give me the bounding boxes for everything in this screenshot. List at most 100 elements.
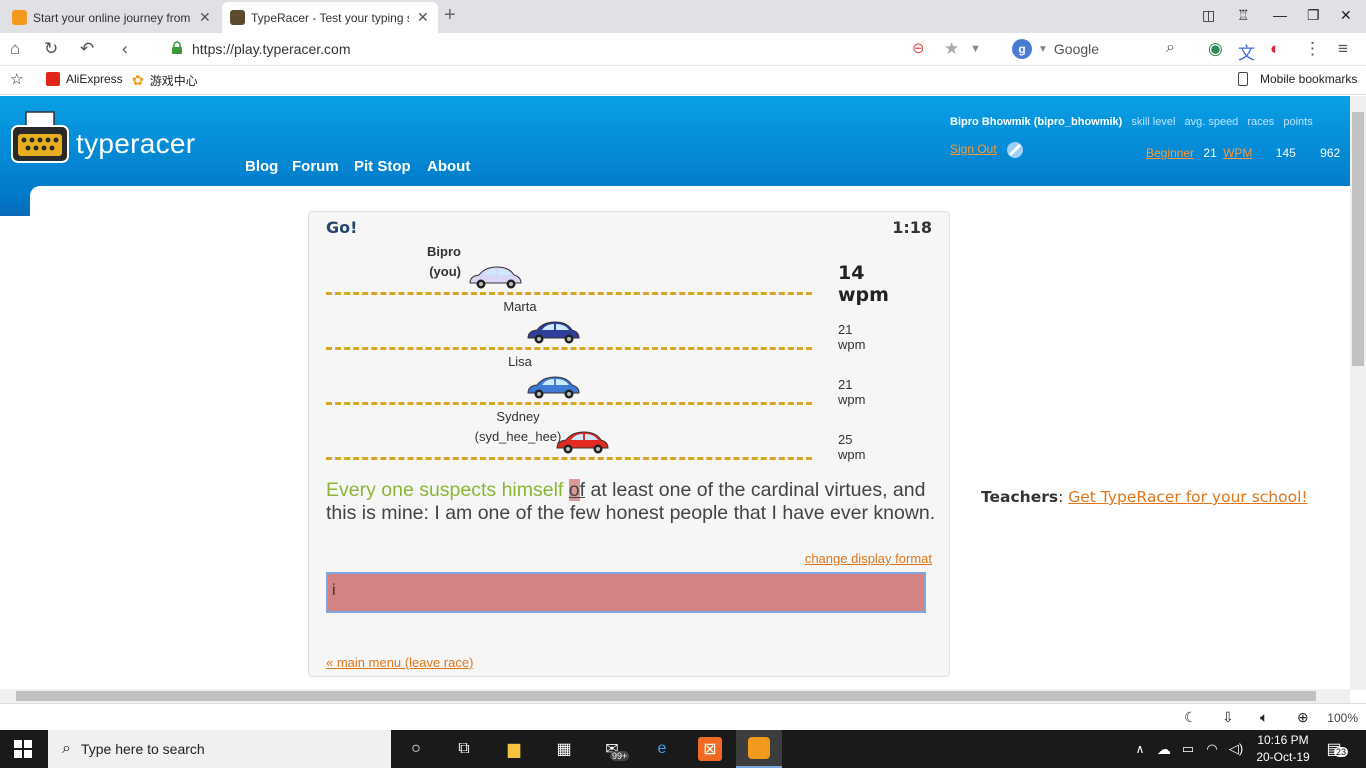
nav-about[interactable]: About — [427, 158, 470, 175]
race-car-icon — [527, 376, 580, 399]
leave-race-link[interactable]: « main menu (leave race) — [326, 655, 473, 670]
star-icon[interactable]: ★ — [944, 39, 959, 59]
skin-icon[interactable]: ♖ — [1237, 7, 1250, 24]
url-field[interactable]: https://play.typeracer.com — [192, 41, 350, 57]
sidebar-toggle-icon[interactable]: ◫ — [1202, 7, 1215, 24]
system-clock[interactable]: 10:16 PM 20-Oct-19 — [1250, 732, 1316, 766]
user-name[interactable]: Bipro Bhowmik (bipro_bhowmik) — [950, 116, 1122, 128]
racer-name: Marta — [455, 297, 585, 317]
extension-icon[interactable]: ◉ — [1208, 39, 1223, 59]
race-lane: Lisa 21 wpm — [326, 350, 865, 407]
tab-typeracer[interactable]: TypeRacer - Test your typing sp ✕ — [222, 2, 438, 33]
tab-title: TypeRacer - Test your typing sp — [251, 10, 409, 25]
close-icon[interactable]: ✕ — [199, 9, 211, 26]
sound-icon[interactable]: 🔈︎ — [1260, 709, 1268, 726]
racer-name-line2: (you) — [429, 264, 461, 279]
racer-wpm: 21 wpm — [838, 377, 866, 407]
taskbar-search[interactable]: ⌕ Type here to search — [48, 730, 391, 768]
user-avatar-icon[interactable] — [1005, 140, 1025, 160]
bookmark-label: AliExpress — [66, 72, 123, 86]
chevron-down-icon: ▼ — [1038, 43, 1048, 55]
back-icon[interactable]: ‹ — [122, 39, 128, 59]
search-icon: ⌕ — [62, 740, 71, 757]
menu-icon[interactable]: ≡ — [1338, 39, 1348, 59]
current-char: o — [568, 479, 580, 501]
minimize-icon[interactable]: — — [1273, 7, 1287, 23]
race-passage: Every one suspects himself of at least o… — [326, 479, 936, 525]
chevron-down-icon[interactable]: ▼ — [970, 43, 981, 55]
racer-name-line1: Bipro — [427, 244, 461, 259]
typewriter-logo-icon[interactable] — [10, 110, 70, 166]
mobile-bookmarks[interactable]: Mobile bookmarks — [1238, 72, 1357, 86]
teachers-label: Teachers — [981, 488, 1059, 506]
teachers-link[interactable]: Get TypeRacer for your school! — [1068, 488, 1307, 506]
wpm-link[interactable]: WPM — [1223, 146, 1252, 160]
windows-start-icon[interactable] — [14, 740, 32, 758]
restore-icon[interactable]: ❐ — [1307, 7, 1320, 24]
more-icon[interactable]: ⋮ — [1304, 39, 1321, 59]
close-window-icon[interactable]: ✕ — [1340, 7, 1352, 24]
bookmark-games[interactable]: ✿ 游戏中心 — [132, 72, 198, 89]
games-icon: ✿ — [132, 72, 144, 88]
search-engine-selector[interactable]: g ▼ Google — [1012, 38, 1162, 60]
race-lane: Sydney (syd_hee_hee) 25 wpm — [326, 405, 865, 462]
racer-wpm: 21 wpm — [838, 322, 866, 352]
skill-level-header: skill level — [1131, 116, 1176, 128]
battery-icon[interactable]: ▭ — [1176, 737, 1200, 761]
racer-name: Sydney (syd_hee_hee) — [462, 407, 574, 447]
uc-logo-icon — [748, 737, 770, 759]
vertical-scroll-thumb[interactable] — [1352, 112, 1364, 366]
sign-out-link[interactable]: Sign Out — [950, 142, 997, 156]
typed-text: Every one suspects himself — [326, 479, 569, 501]
points-value: 962 — [1320, 146, 1341, 160]
file-explorer-icon[interactable]: ▆ — [502, 737, 526, 761]
undo-icon[interactable]: ↶ — [80, 39, 94, 59]
search-icon[interactable]: ⌕ — [1166, 39, 1175, 57]
racer-name-line1: Marta — [503, 299, 537, 314]
download-icon[interactable]: ⇩ — [1222, 709, 1234, 726]
zoom-icon[interactable]: ⊕ — [1297, 709, 1309, 726]
edge-icon[interactable]: e — [650, 737, 674, 761]
mail-icon[interactable]: ✉ 99+ — [600, 737, 630, 761]
nav-blog[interactable]: Blog — [245, 158, 278, 175]
reload-icon[interactable]: ↻ — [44, 39, 58, 59]
racer-name-line1: Sydney — [496, 409, 540, 424]
uc-browser-icon[interactable] — [736, 730, 782, 768]
close-icon[interactable]: ✕ — [417, 9, 429, 26]
task-view-icon[interactable]: ⧉ — [452, 737, 476, 761]
tab-start-journey[interactable]: Start your online journey from ✕ — [4, 2, 220, 33]
mobile-icon — [1238, 72, 1248, 86]
clock-date: 20-Oct-19 — [1256, 750, 1310, 764]
notification-icon[interactable]: ▤23 — [1322, 737, 1349, 761]
typing-input[interactable]: i — [326, 572, 926, 613]
zoom-level[interactable]: 100% — [1327, 711, 1358, 725]
store-icon[interactable]: ▦ — [552, 737, 576, 761]
onedrive-icon[interactable]: ☁ — [1152, 737, 1176, 761]
taskbar-search-placeholder: Type here to search — [80, 741, 205, 757]
aliexpress-icon — [46, 72, 60, 86]
user-stats: Beginner 21 WPM 145 962 — [1146, 146, 1340, 160]
chevron-up-icon[interactable]: ∧ — [1128, 737, 1152, 761]
nav-pit-stop[interactable]: Pit Stop — [354, 158, 411, 175]
play-icon — [12, 10, 27, 25]
nav-forum[interactable]: Forum — [292, 158, 339, 175]
races-value: 145 — [1275, 146, 1296, 160]
cortana-icon[interactable]: ○ — [404, 737, 428, 761]
new-tab-button[interactable]: + — [444, 4, 456, 27]
grammar-icon[interactable]: ◐ — [1270, 39, 1280, 59]
xampp-icon[interactable]: ⊠ — [698, 737, 722, 761]
skill-level-link[interactable]: Beginner — [1146, 146, 1194, 160]
translate-icon[interactable]: 文 — [1238, 39, 1255, 64]
bookmark-star-icon[interactable]: ☆ — [10, 70, 23, 88]
night-mode-icon[interactable]: ☾ — [1184, 709, 1197, 726]
change-display-format-link[interactable]: change display format — [805, 551, 932, 566]
horizontal-scroll-thumb[interactable] — [16, 691, 1316, 701]
site-logo[interactable]: typeracer — [76, 128, 195, 160]
volume-icon[interactable]: ◁) — [1224, 737, 1248, 761]
adblock-icon[interactable]: ⊖ — [912, 39, 925, 57]
wifi-icon[interactable]: ◠ — [1200, 737, 1224, 761]
bookmark-aliexpress[interactable]: AliExpress — [46, 72, 123, 86]
windows-taskbar: ⌕ Type here to search ○ ⧉ ▆ ▦ ✉ 99+ e ⊠ ∧… — [0, 730, 1366, 768]
races-header: races — [1247, 116, 1275, 128]
home-icon[interactable]: ⌂ — [10, 39, 20, 59]
